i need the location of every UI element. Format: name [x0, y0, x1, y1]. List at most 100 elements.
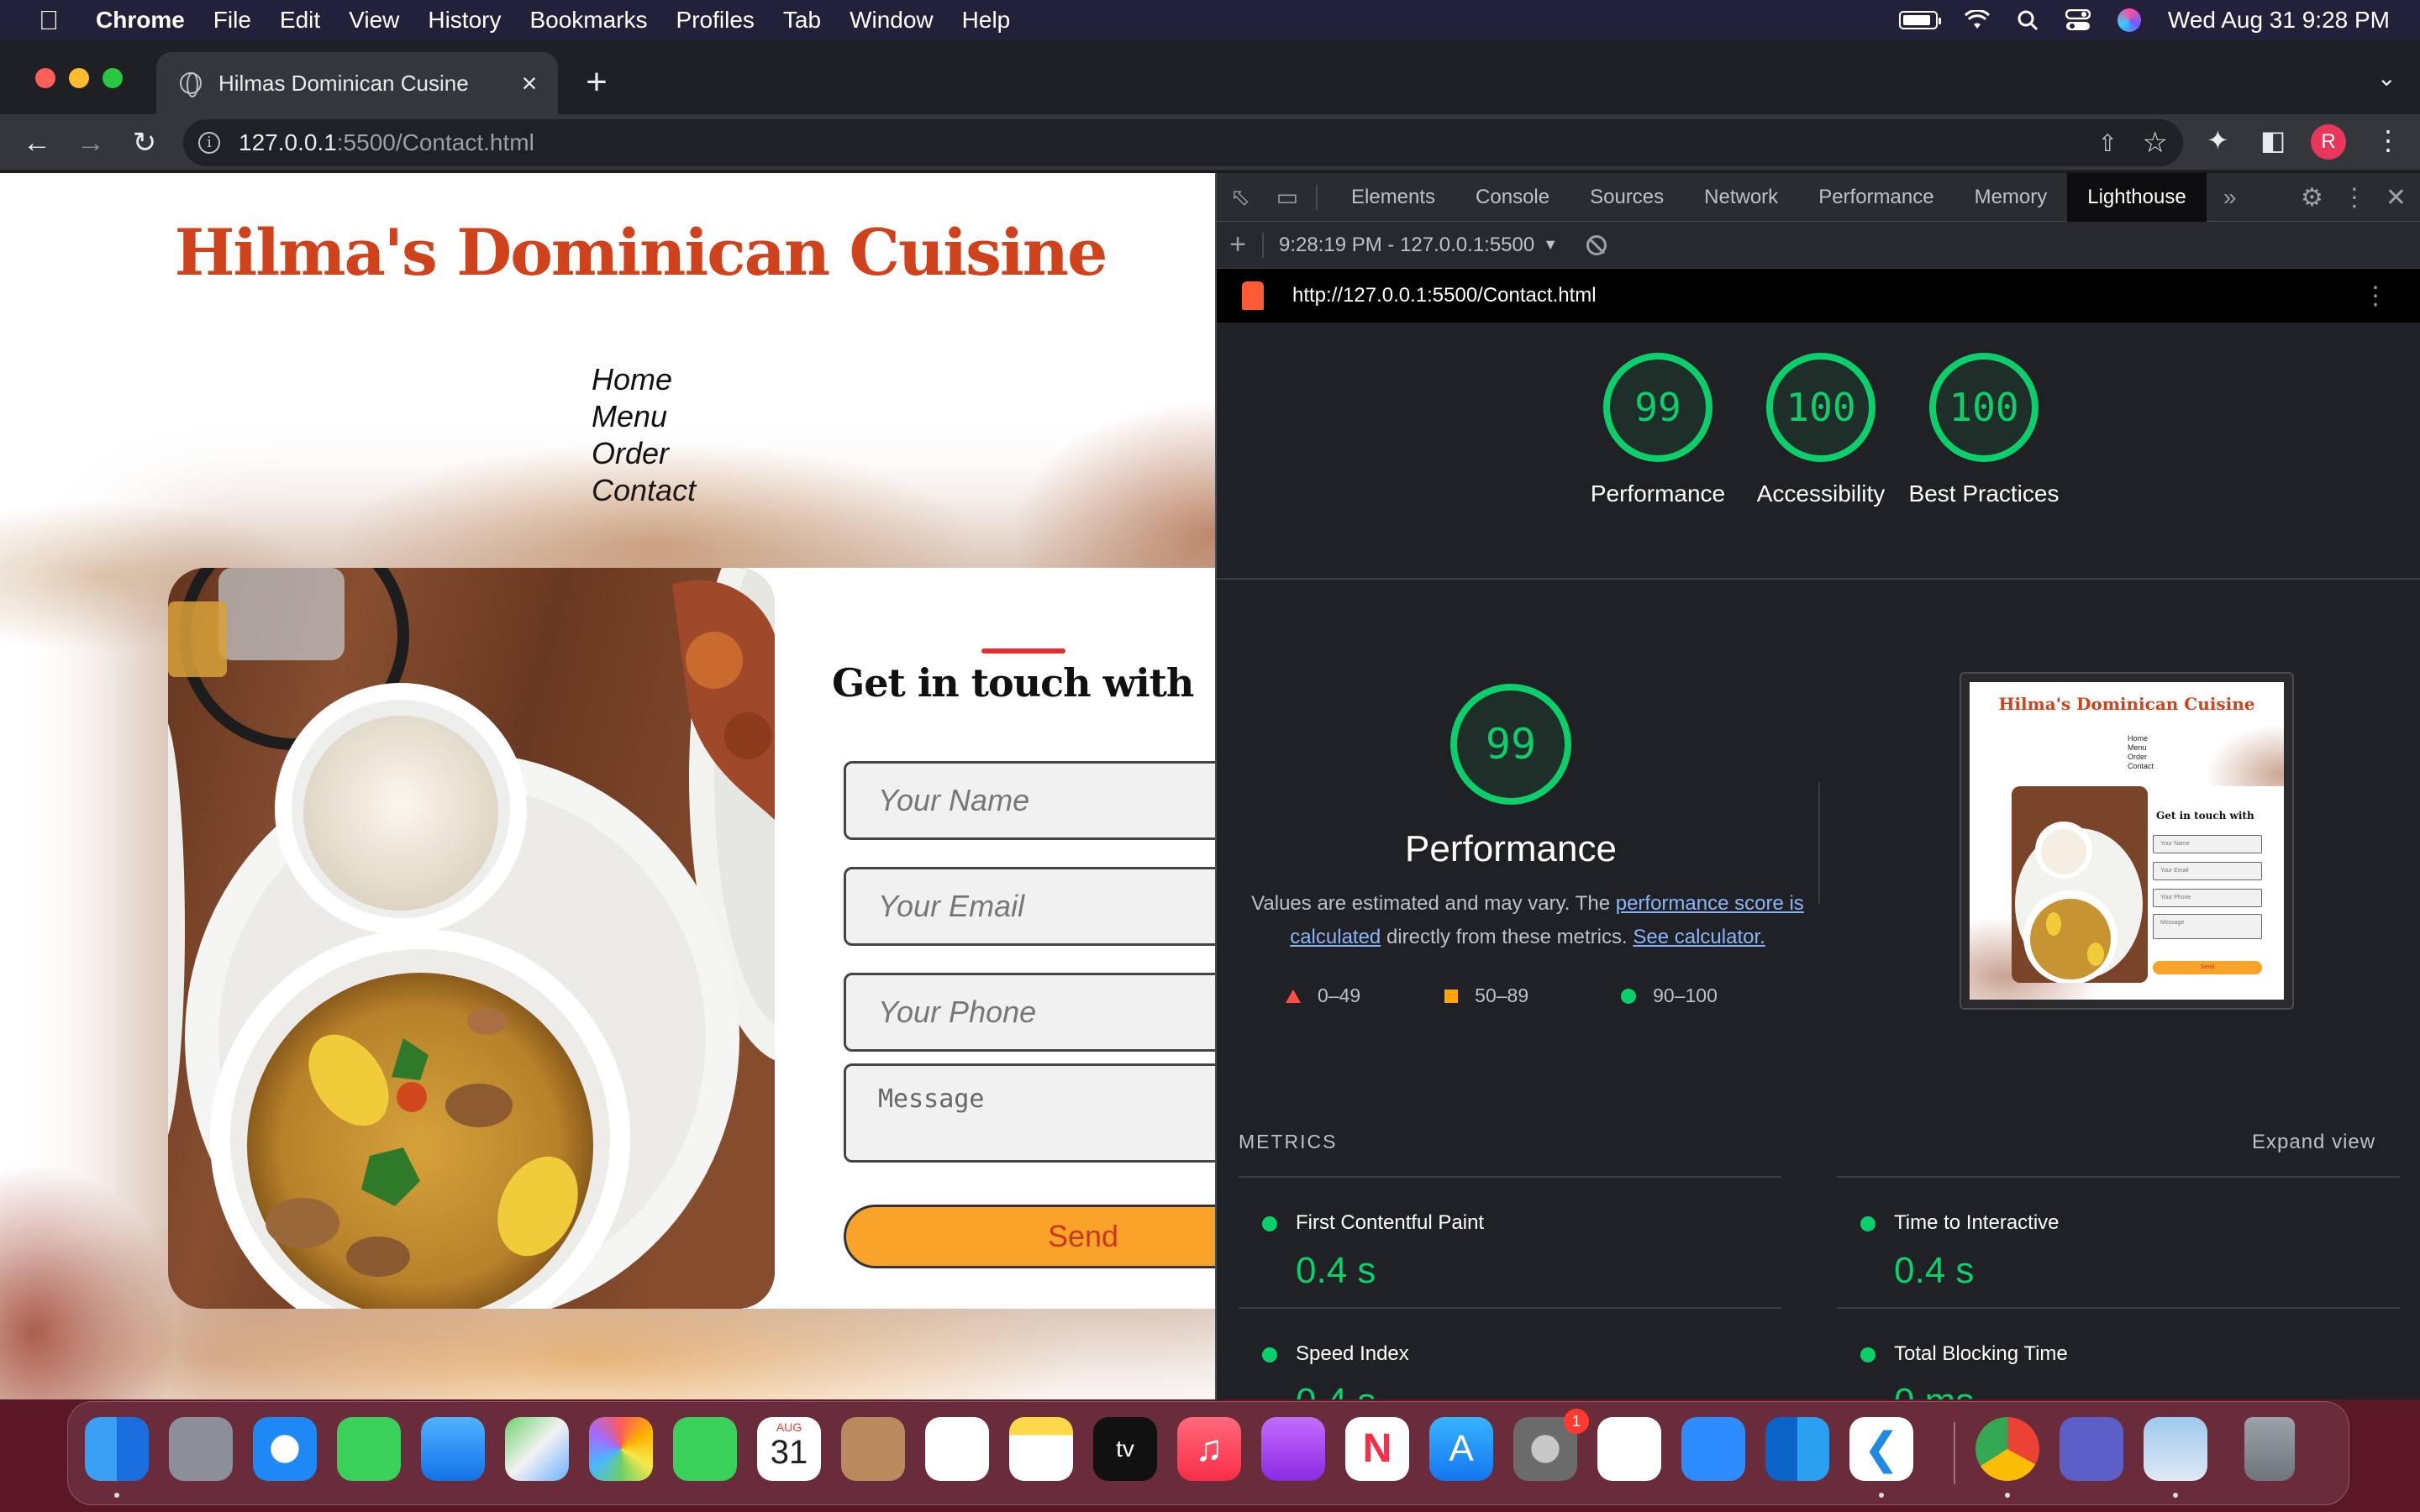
tab-elements[interactable]: Elements — [1331, 173, 1455, 222]
apple-tv-icon[interactable]: tv — [1093, 1417, 1157, 1481]
settings-gear-icon[interactable]: ⚙ — [2301, 183, 2323, 213]
facetime-icon[interactable] — [673, 1417, 737, 1481]
more-tabs-chevron-icon[interactable]: » — [2207, 184, 2254, 211]
app-store-icon[interactable]: A — [1429, 1417, 1493, 1481]
music-icon[interactable]: ♫ — [1177, 1417, 1241, 1481]
profile-avatar[interactable]: R — [2311, 124, 2346, 160]
nav-link-contact[interactable]: Contact — [592, 472, 696, 509]
form-heading: Get in touch with — [832, 660, 1194, 706]
menu-file[interactable]: File — [213, 7, 251, 34]
side-panel-icon[interactable]: ◧ — [2260, 124, 2286, 156]
new-tab-button[interactable]: + — [578, 64, 615, 101]
final-screenshot-thumbnail[interactable]: Hilma's Dominican Cuisine Home Menu Orde… — [1960, 672, 2294, 1010]
maximize-window-button[interactable] — [103, 68, 123, 88]
browser-tab[interactable]: Hilmas Dominican Cusine × — [156, 52, 558, 114]
tab-search-chevron-icon[interactable]: ⌄ — [2377, 64, 2396, 92]
score-gauge-accessibility[interactable]: 100 — [1766, 353, 1876, 462]
teams-icon[interactable] — [2060, 1417, 2123, 1481]
back-arrow-icon[interactable]: ← — [17, 123, 57, 163]
forward-arrow-icon[interactable]: → — [71, 123, 111, 163]
score-gauge-best-practices[interactable]: 100 — [1929, 353, 2039, 462]
url-text[interactable]: 127.0.0.1:5500/Contact.html — [239, 129, 534, 156]
menu-app-name[interactable]: Chrome — [96, 7, 185, 34]
zoom-icon[interactable] — [1681, 1417, 1745, 1481]
photos-icon[interactable] — [589, 1417, 653, 1481]
nav-link-menu[interactable]: Menu — [592, 398, 696, 435]
report-select[interactable]: 9:28:19 PM - 127.0.0.1:5500 — [1279, 234, 1534, 257]
tab-performance[interactable]: Performance — [1798, 173, 1954, 222]
menubar-clock[interactable]: Wed Aug 31 9:28 PM — [2168, 7, 2390, 34]
trash-icon[interactable] — [2244, 1417, 2295, 1481]
maps-icon[interactable] — [505, 1417, 569, 1481]
tab-network[interactable]: Network — [1684, 173, 1798, 222]
inspect-element-icon[interactable]: ⬁ — [1217, 183, 1264, 211]
finder-icon[interactable] — [85, 1417, 149, 1481]
outlook-icon[interactable] — [1765, 1417, 1829, 1481]
control-center-icon[interactable] — [2065, 9, 2091, 31]
bookmark-star-icon[interactable]: ☆ — [2143, 126, 2168, 160]
close-window-button[interactable] — [35, 68, 55, 88]
tab-console[interactable]: Console — [1455, 173, 1570, 222]
menu-bookmarks[interactable]: Bookmarks — [529, 7, 647, 34]
tab-lighthouse[interactable]: Lighthouse — [2067, 173, 2207, 222]
calendar-icon[interactable]: AUG 31 — [757, 1417, 821, 1481]
new-report-plus-icon[interactable]: + — [1217, 228, 1259, 261]
menu-tab[interactable]: Tab — [783, 7, 821, 34]
tab-sources[interactable]: Sources — [1570, 173, 1684, 222]
report-url[interactable]: http://127.0.0.1:5500/Contact.html — [1292, 284, 1597, 307]
apple-menu-icon[interactable]:  — [32, 5, 66, 36]
nav-link-order[interactable]: Order — [592, 435, 696, 472]
siri-icon[interactable] — [2117, 8, 2141, 32]
spotlight-search-icon[interactable] — [2017, 9, 2039, 31]
report-select-caret-icon[interactable]: ▼ — [1543, 236, 1558, 254]
devtools-kebab-icon[interactable]: ⋮ — [2342, 183, 2367, 213]
mail-icon[interactable] — [421, 1417, 485, 1481]
site-info-icon[interactable]: i — [198, 132, 220, 154]
reminders-icon[interactable] — [925, 1417, 989, 1481]
notes-icon[interactable] — [1009, 1417, 1073, 1481]
preview-icon[interactable] — [2144, 1417, 2207, 1481]
toolbar-separator — [1262, 232, 1264, 258]
tab-memory[interactable]: Memory — [1954, 173, 2068, 222]
launchpad-icon[interactable] — [169, 1417, 233, 1481]
phone-input[interactable]: Your Phone — [844, 973, 1215, 1052]
message-textarea[interactable]: Message — [844, 1063, 1215, 1163]
messages-icon[interactable] — [337, 1417, 401, 1481]
menu-edit[interactable]: Edit — [280, 7, 320, 34]
menu-window[interactable]: Window — [850, 7, 934, 34]
device-toolbar-icon[interactable]: ▭ — [1264, 183, 1311, 211]
close-tab-icon[interactable]: × — [513, 68, 546, 99]
news-icon[interactable]: N — [1345, 1417, 1409, 1481]
slack-icon[interactable] — [1597, 1417, 1661, 1481]
extensions-puzzle-icon[interactable]: ✦ — [2207, 124, 2229, 156]
email-input[interactable]: Your Email — [844, 867, 1215, 946]
safari-icon[interactable] — [253, 1417, 317, 1481]
name-input[interactable]: Your Name — [844, 761, 1215, 840]
battery-icon[interactable] — [1898, 11, 1941, 29]
score-gauge-performance[interactable]: 99 — [1603, 353, 1712, 462]
menu-profiles[interactable]: Profiles — [676, 7, 755, 34]
see-calculator-link[interactable]: See calculator. — [1633, 926, 1765, 948]
clear-reports-icon[interactable] — [1586, 234, 1607, 255]
wifi-icon[interactable] — [1964, 10, 1990, 30]
reload-icon[interactable]: ↻ — [124, 123, 165, 163]
send-button[interactable]: Send — [844, 1205, 1215, 1268]
podcasts-icon[interactable] — [1261, 1417, 1325, 1481]
chrome-icon[interactable] — [1975, 1417, 2039, 1481]
food-photo-illustration — [168, 568, 775, 1309]
pass-circle-icon — [1860, 1347, 1876, 1362]
share-icon[interactable]: ⇧ — [2098, 129, 2118, 157]
close-devtools-icon[interactable]: ✕ — [2386, 183, 2407, 213]
menu-view[interactable]: View — [349, 7, 399, 34]
running-indicator — [2005, 1493, 2010, 1498]
minimize-window-button[interactable] — [69, 68, 89, 88]
expand-view-toggle[interactable]: Expand view — [2252, 1131, 2375, 1154]
contacts-icon[interactable] — [841, 1417, 905, 1481]
menu-history[interactable]: History — [428, 7, 501, 34]
address-bar[interactable]: i 127.0.0.1:5500/Contact.html ⇧ ☆ — [183, 119, 2183, 166]
report-menu-kebab-icon[interactable]: ⋮ — [2363, 281, 2388, 311]
menu-help[interactable]: Help — [962, 7, 1011, 34]
vs-code-icon[interactable]: ❮ — [1849, 1417, 1913, 1481]
chrome-menu-kebab-icon[interactable]: ⋮ — [2375, 124, 2402, 156]
nav-link-home[interactable]: Home — [592, 361, 696, 398]
